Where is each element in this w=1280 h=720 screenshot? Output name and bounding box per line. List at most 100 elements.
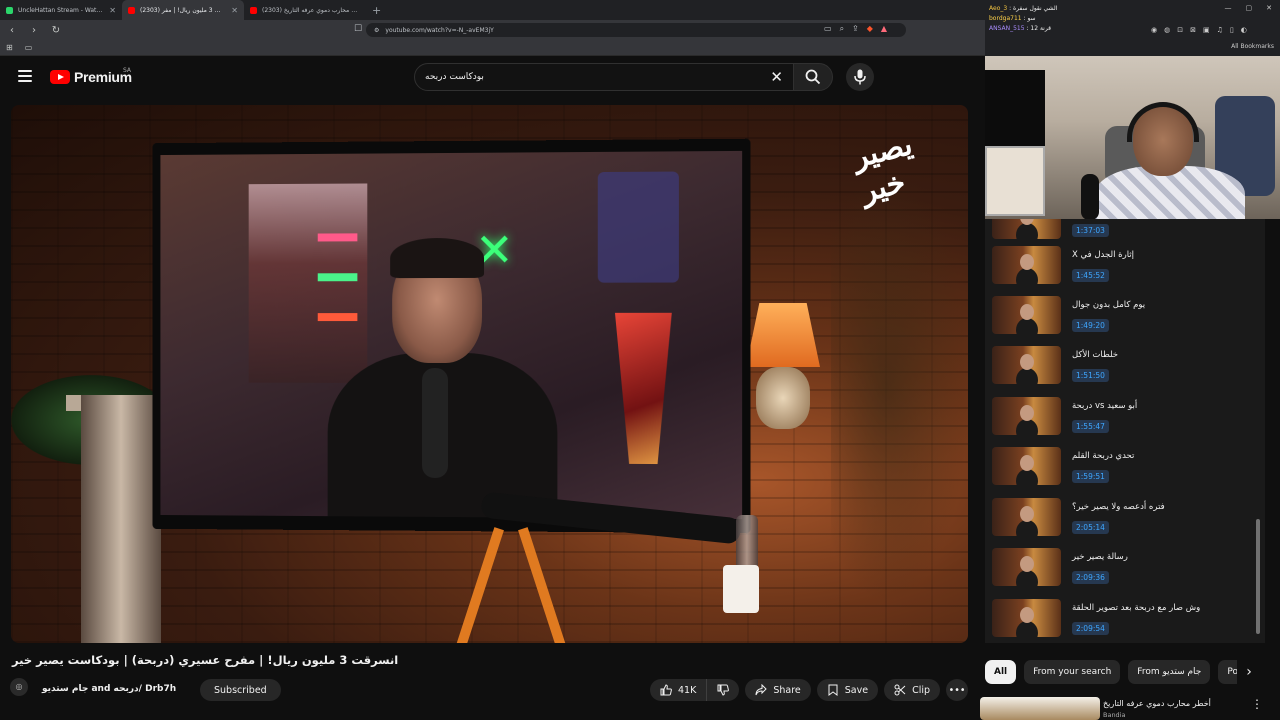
chip-all[interactable]: All xyxy=(985,660,1017,684)
chat-user: ANSAN_515 xyxy=(989,25,1025,32)
chapter-item[interactable]: تحدي دربحة القلم 1:59:51 xyxy=(992,447,1252,491)
chapter-thumbnail xyxy=(992,219,1061,239)
streamer-webcam xyxy=(985,56,1280,219)
chip-from-channel[interactable]: From جام ستديو xyxy=(1128,660,1211,684)
close-icon[interactable]: ✕ xyxy=(1266,4,1272,12)
recommended-thumbnail[interactable] xyxy=(980,697,1100,720)
video-player[interactable]: ✕ يصير خير xyxy=(11,105,968,643)
subscribe-button[interactable]: Subscribed xyxy=(200,679,281,701)
chapter-time: 2:09:36 xyxy=(1072,571,1109,584)
chapter-thumbnail xyxy=(992,447,1061,485)
chapters-scrollbar[interactable] xyxy=(1256,519,1260,634)
site-info-icon[interactable]: ⚙ xyxy=(374,27,379,34)
restore-icon[interactable]: ▢ xyxy=(1246,4,1253,12)
clip-button[interactable]: Clip xyxy=(884,679,941,701)
stream-chat: Aeo_3 : الشي نقول سفرة bordga711 : سو AN… xyxy=(989,4,1057,34)
chapter-item[interactable]: فتره أدعصه ولا يصير خير؟ 2:05:14 xyxy=(992,498,1252,542)
like-button[interactable]: 41K xyxy=(650,679,708,701)
all-bookmarks[interactable]: All Bookmarks xyxy=(1231,43,1274,50)
browser-tab[interactable]: (2303) أخطر محارب دموي عرفه التاريخ xyxy=(244,0,366,20)
extension-icon[interactable]: ▣ xyxy=(1203,26,1210,34)
video-actions: 41K Share Save Clip ••• xyxy=(650,679,969,701)
brave-shield-icon[interactable]: ◆ xyxy=(867,24,873,34)
youtube-logo[interactable]: Premium xyxy=(50,69,132,85)
browser-tab-active[interactable]: (2303) انسرقت 3 مليون ريال! | مفر ✕ xyxy=(122,0,244,20)
chapter-time: 2:05:14 xyxy=(1072,521,1109,534)
tab-title: (2303) انسرقت 3 مليون ريال! | مفر xyxy=(140,6,227,14)
menu-icon[interactable] xyxy=(18,70,32,82)
bookmark-star-icon[interactable]: ☐ xyxy=(354,24,362,34)
recommended-channel: Bandia xyxy=(1103,711,1126,719)
tab-favicon-icon xyxy=(6,6,13,14)
extension-icon[interactable]: ⊡ xyxy=(1177,26,1183,34)
chapters-list: 1:37:03 X إثارة الجدل في 1:45:52 يوم كام… xyxy=(985,219,1265,643)
save-label: Save xyxy=(844,684,869,696)
search-input[interactable]: بودكاست دربحه ✕ xyxy=(414,63,794,91)
chapter-thumbnail xyxy=(992,397,1061,435)
share-button[interactable]: Share xyxy=(745,679,811,701)
chevron-right-icon[interactable]: › xyxy=(1237,660,1261,684)
chapter-item[interactable]: يوم كامل بدون جوال 1:49:20 xyxy=(992,296,1252,340)
more-actions-button[interactable]: ••• xyxy=(946,679,969,701)
more-vertical-icon[interactable]: ⋮ xyxy=(1251,697,1263,711)
window-controls: — ▢ ✕ xyxy=(1225,4,1273,12)
clip-label: Clip xyxy=(912,684,931,696)
chat-text: 12 قرنة xyxy=(1030,25,1052,32)
chapter-item[interactable]: خلطات الأكل 1:51:50 xyxy=(992,346,1252,390)
save-button[interactable]: Save xyxy=(816,679,879,701)
reload-icon[interactable]: ↻ xyxy=(50,25,62,36)
extension-icons: ◉ ◍ ⊡ ⊠ ▣ ♫ ▯ ◐ xyxy=(1151,26,1247,34)
search-button[interactable] xyxy=(793,63,833,91)
back-icon[interactable]: ‹ xyxy=(6,25,18,36)
chapter-item[interactable]: وش صار مع دربحة بعد تصوير الحلقة 2:09:54 xyxy=(992,599,1252,643)
apps-grid-icon[interactable]: ⊞ xyxy=(6,43,13,52)
channel-avatar[interactable]: ◎ xyxy=(10,678,28,696)
video-title: انسرقت 3 مليون ريال! | مفرح عسيري (دربحة… xyxy=(12,653,399,667)
extension-icon[interactable]: ◉ xyxy=(1151,26,1157,34)
thumbs-up-icon xyxy=(660,684,672,696)
new-tab-button[interactable]: + xyxy=(366,4,387,17)
channel-name[interactable]: جام ستديو and دربحه/ Drb7h xyxy=(42,684,176,694)
bookmark-icon xyxy=(828,684,838,696)
rewards-icon[interactable]: ▲ xyxy=(881,24,887,34)
chip-from-your-search[interactable]: From your search xyxy=(1024,660,1121,684)
tab-title: UncleHattan Stream - Watch Live on xyxy=(18,6,104,14)
music-icon[interactable]: ♫ xyxy=(1217,26,1223,34)
chapter-item[interactable]: أبو سعيد vs دربحة 1:55:47 xyxy=(992,397,1252,441)
region-code: SA xyxy=(123,67,132,74)
chapter-title: X إثارة الجدل في xyxy=(1072,250,1135,260)
minimize-icon[interactable]: — xyxy=(1225,4,1232,12)
recommended-video[interactable]: أخطر محارب دموي عرفه التاريخ Bandia ⋮ xyxy=(980,695,1275,720)
recommended-title: أخطر محارب دموي عرفه التاريخ xyxy=(1103,699,1211,708)
chapter-item[interactable]: X إثارة الجدل في 1:45:52 xyxy=(992,246,1252,290)
voice-search-button[interactable] xyxy=(846,63,874,91)
video-jersey xyxy=(597,171,679,283)
browser-tab[interactable]: UncleHattan Stream - Watch Live on ✕ xyxy=(0,0,122,20)
video-mug xyxy=(723,565,759,613)
folder-icon[interactable]: ▭ xyxy=(25,43,33,52)
zoom-icon[interactable]: ⌕ xyxy=(840,24,844,34)
chapter-item[interactable]: 1:37:03 xyxy=(992,219,1252,245)
bookmarks-bar: ⊞ ▭ xyxy=(0,40,985,56)
chapter-time: 1:55:47 xyxy=(1072,420,1109,433)
video-column xyxy=(81,395,161,643)
profile-icon[interactable]: ◐ xyxy=(1241,26,1247,34)
chapter-time: 1:49:20 xyxy=(1072,319,1109,332)
extension-icon[interactable]: ⊠ xyxy=(1190,26,1196,34)
chapter-item[interactable]: رسالة يصير خير 2:09:36 xyxy=(992,548,1252,592)
clear-search-icon[interactable]: ✕ xyxy=(770,68,783,86)
youtube-header: Premium SA بودكاست دربحه ✕ xyxy=(0,57,985,97)
youtube-play-icon xyxy=(50,70,70,84)
forward-icon[interactable]: › xyxy=(28,25,40,36)
close-tab-icon[interactable]: ✕ xyxy=(231,6,238,15)
sidebar-icon[interactable]: ▯ xyxy=(1230,26,1234,34)
cast-icon[interactable]: ▭ xyxy=(824,24,832,34)
close-tab-icon[interactable]: ✕ xyxy=(109,6,116,15)
search-icon xyxy=(805,69,821,85)
share-page-icon[interactable]: ⇪ xyxy=(852,24,859,34)
dislike-button[interactable] xyxy=(707,679,740,701)
chat-text: الشي نقول سفرة xyxy=(1013,5,1058,12)
extension-icon[interactable]: ◍ xyxy=(1164,26,1170,34)
chapter-thumbnail xyxy=(992,599,1061,637)
browser-tab-bar: UncleHattan Stream - Watch Live on ✕ (23… xyxy=(0,0,985,20)
